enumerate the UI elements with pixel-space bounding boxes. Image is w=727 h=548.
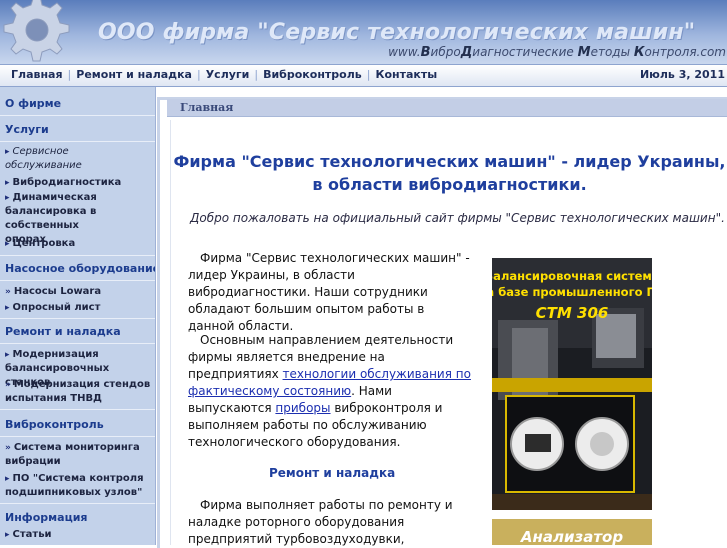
arrow-right-icon: ▸: [5, 303, 10, 313]
direction-paragraph: Основным направлением деятельности фирмы…: [188, 333, 471, 449]
sidebar-item-articles[interactable]: ▸ Статьи: [5, 528, 153, 542]
sidebar-heading-about[interactable]: О фирме: [5, 97, 61, 110]
arrow-right-icon: ▸: [5, 147, 10, 157]
arrow-right-icon: ▸: [5, 239, 10, 249]
nav-home[interactable]: Главная: [6, 68, 68, 81]
intro-paragraph: Фирма "Сервис технологических машин" - л…: [188, 251, 470, 333]
arrow-right-icon: ▸: [5, 193, 10, 203]
sidebar-item-lowara[interactable]: » Насосы Lowara: [5, 285, 153, 299]
sidebar-divider: [0, 343, 155, 344]
top-nav: Главная | Ремонт и наладка | Услуги | Виброкон…: [6, 68, 442, 81]
sidebar-item-questionnaire[interactable]: ▸ Опросный лист: [5, 301, 153, 315]
arrow-right-icon: ▸: [5, 530, 10, 540]
nav-contacts[interactable]: Контакты: [370, 68, 442, 81]
sidebar-item-modernization-stands[interactable]: » Модернизация стендов испытания ТНВД: [5, 378, 153, 406]
site-slogan: www.ВиброДиагностические Методы Контроля…: [388, 45, 726, 60]
sidebar-divider: [0, 141, 155, 142]
nav-repair[interactable]: Ремонт и наладка: [71, 68, 197, 81]
site-header: ООО фирма "Сервис технологических машин"…: [0, 0, 727, 64]
sidebar-heading-info[interactable]: Информация: [5, 511, 88, 524]
sidebar-divider: [0, 503, 155, 504]
site-title: ООО фирма "Сервис технологических машин": [98, 20, 696, 45]
banner-analyzer[interactable]: Анализатор: [492, 519, 652, 545]
breadcrumb: Главная: [180, 101, 234, 114]
banner-title-line2: на базе промышленного ПК: [492, 285, 652, 299]
arrow-right-icon: ▸: [5, 178, 10, 188]
sidebar-item-alignment[interactable]: ▸ Центровка: [5, 237, 153, 251]
sidebar-heading-repair[interactable]: Ремонт и наладка: [5, 325, 121, 338]
sidebar-heading-pumps[interactable]: Насосное оборудование: [5, 262, 155, 275]
sidebar-heading-services[interactable]: Услуги: [5, 123, 49, 136]
sidebar-heading-vibro[interactable]: Виброконтроль: [5, 418, 104, 431]
page-headline: Фирма "Сервис технологических машин" - л…: [173, 152, 726, 194]
top-nav-bar: Главная | Ремонт и наладка | Услуги | Виброкон…: [0, 64, 727, 87]
gear-logo-icon: [3, 0, 70, 62]
double-arrow-icon: »: [5, 380, 11, 390]
nav-vibro[interactable]: Виброконтроль: [258, 68, 367, 81]
breadcrumb-bar: Главная: [167, 99, 727, 117]
welcome-text: Добро пожаловать на официальный сайт фир…: [190, 211, 725, 225]
double-arrow-icon: »: [5, 443, 11, 453]
banner-title-line1: Балансировочная система: [492, 269, 652, 283]
banner-model: СТМ 306: [536, 304, 609, 322]
double-arrow-icon: »: [5, 287, 11, 297]
sidebar-divider: [0, 436, 155, 437]
sidebar: О фирме Услуги ▸ Сервисное обслуживание ▸…: [0, 87, 156, 545]
arrow-right-icon: ▸: [5, 474, 10, 484]
sidebar-divider: [0, 115, 155, 116]
current-date: Июль 3, 2011: [639, 68, 725, 81]
sidebar-divider: [0, 318, 155, 319]
link-devices[interactable]: приборы: [275, 401, 330, 415]
sidebar-item-vibrodiagnostics[interactable]: ▸ Вибродиагностика: [5, 176, 153, 190]
sidebar-item-bearing-software[interactable]: ▸ ПО "Система контроля подшипниковых узло…: [5, 472, 153, 500]
sidebar-divider: [0, 255, 155, 256]
repair-paragraph: Фирма выполняет работы по ремонту и нала…: [188, 498, 453, 546]
sidebar-item-monitoring[interactable]: » Система мониторинга вибрации: [5, 441, 153, 469]
sidebar-item-service[interactable]: ▸ Сервисное обслуживание: [5, 145, 120, 173]
banner-analyzer-text: Анализатор: [520, 528, 623, 545]
arrow-right-icon: ▸: [5, 350, 10, 360]
sidebar-divider: [0, 280, 155, 281]
sidebar-divider: [0, 409, 155, 410]
nav-services[interactable]: Услуги: [201, 68, 255, 81]
section-heading-repair: Ремонт и наладка: [269, 466, 396, 480]
banner-balancing-system[interactable]: Балансировочная система на базе промышле…: [492, 258, 652, 510]
